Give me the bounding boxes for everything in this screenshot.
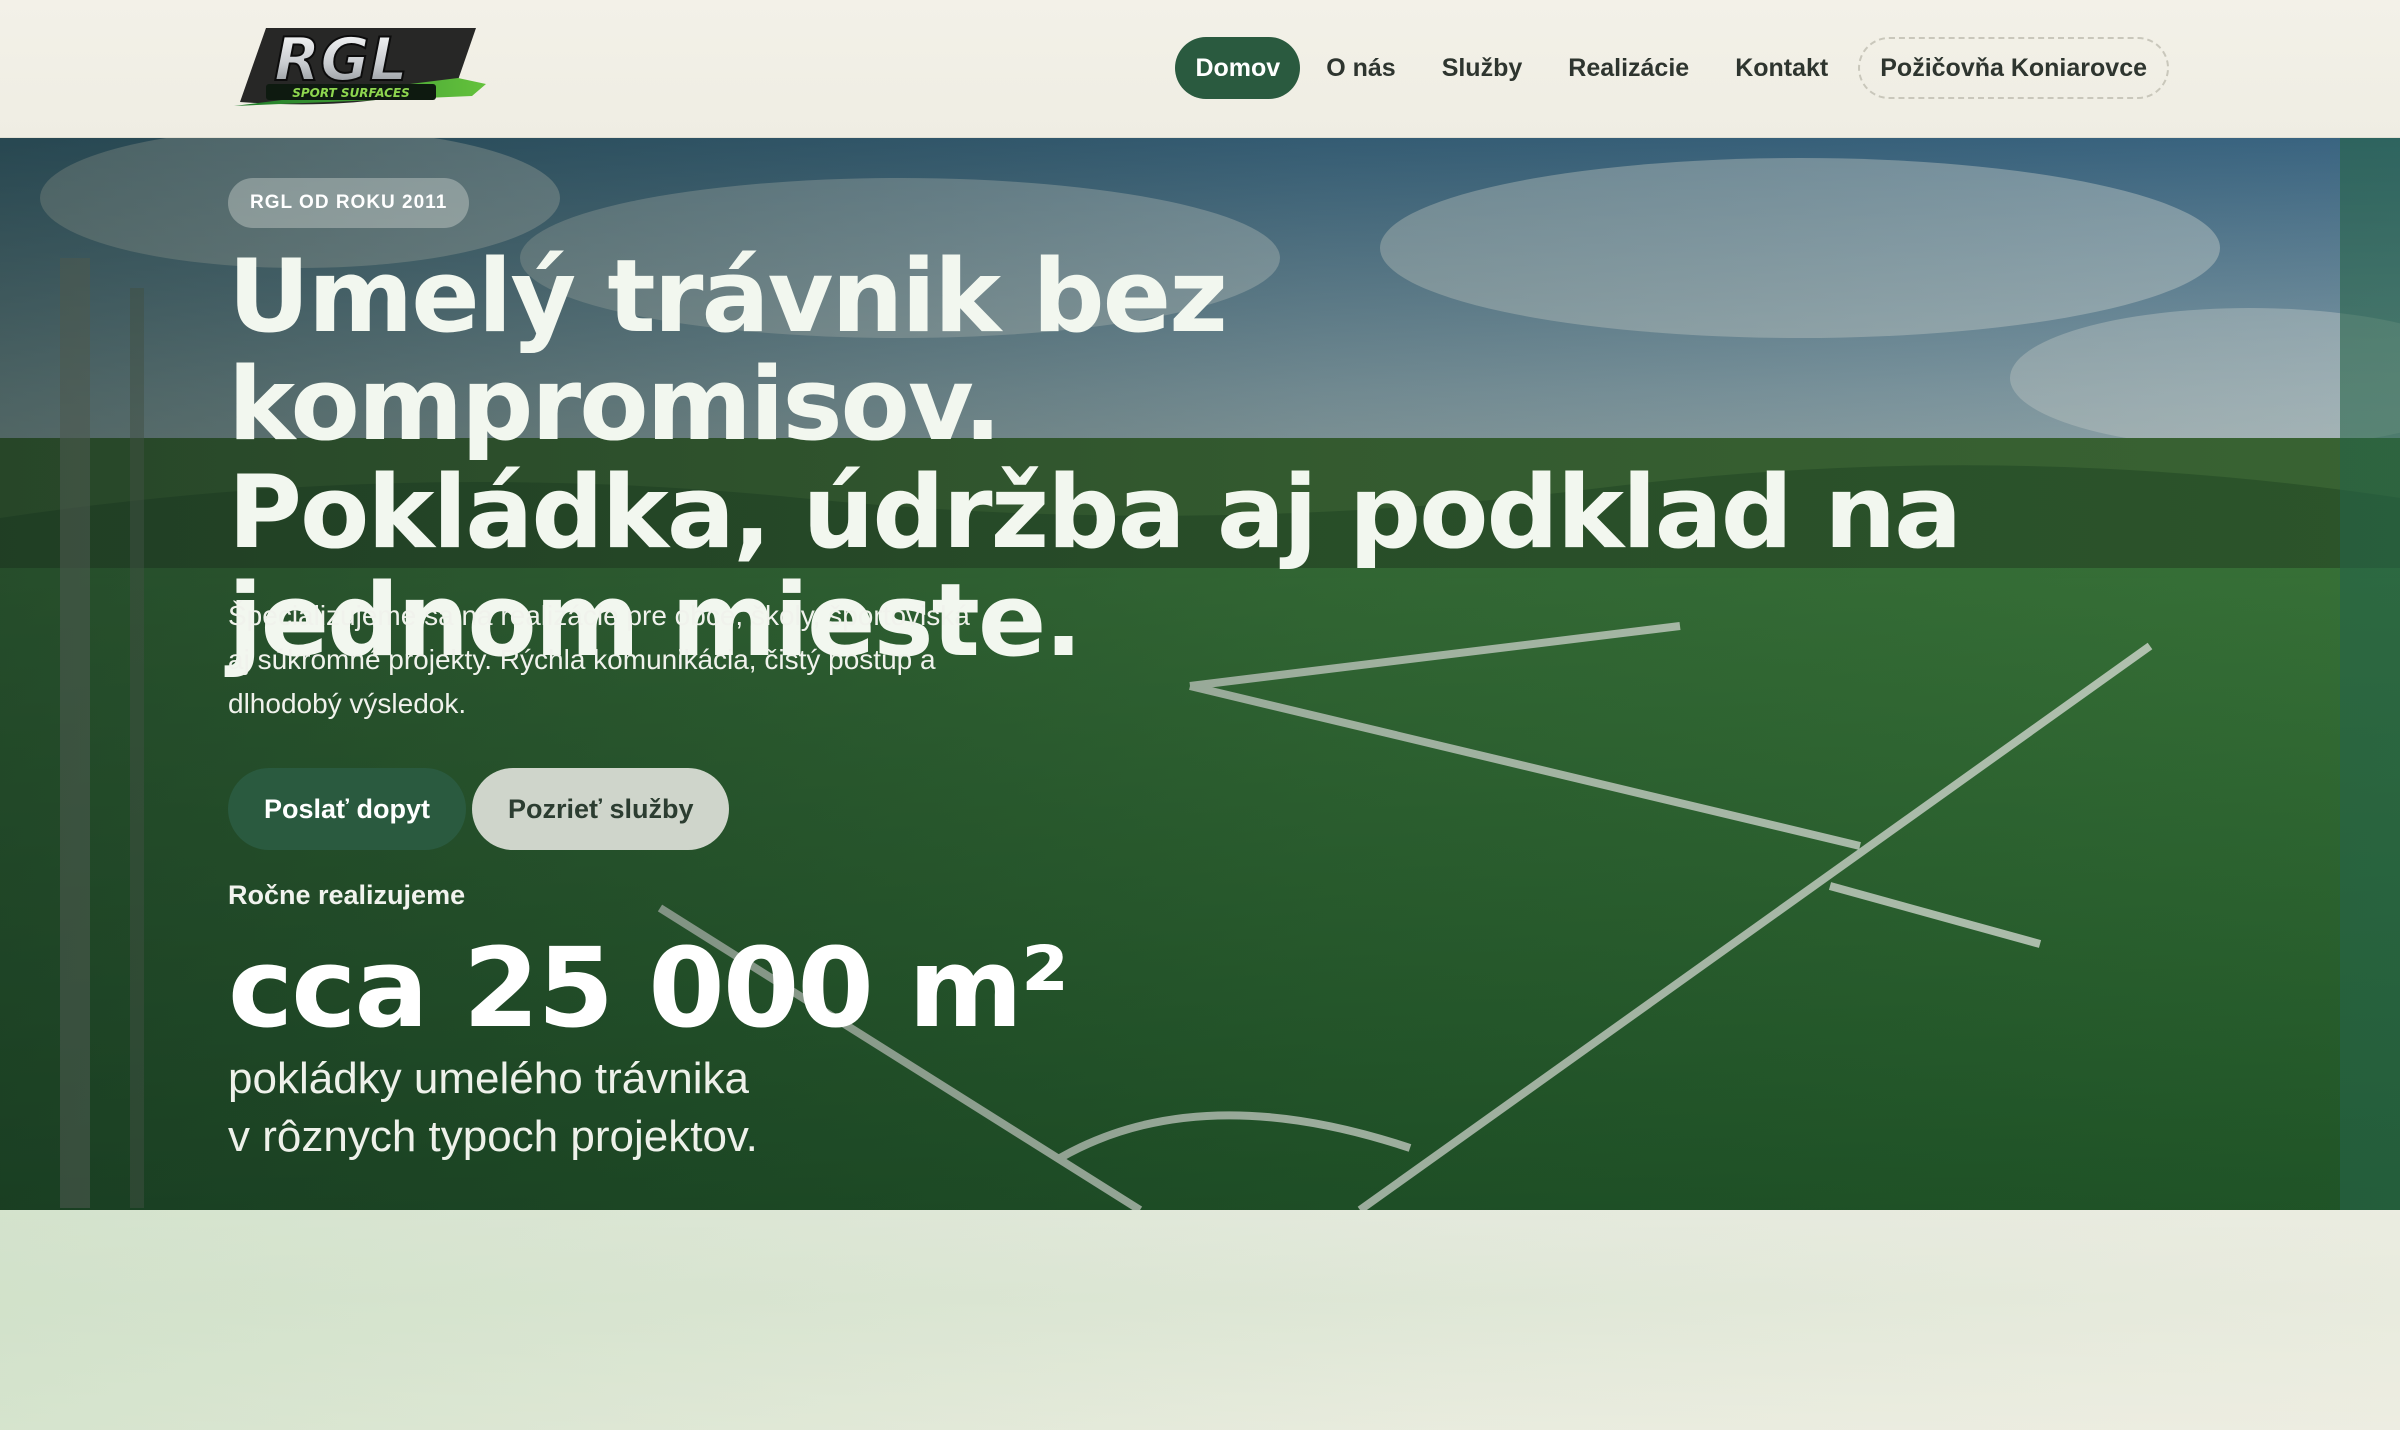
nav-item-pozicovna[interactable]: Požičovňa Koniarovce (1858, 37, 2169, 99)
stat-value: cca 25 000 m² (228, 924, 1069, 1052)
main-nav: Domov O nás Služby Realizácie Kontakt Po… (1175, 36, 2169, 100)
rgl-logo[interactable]: RGL SPORT SURFACES (226, 20, 490, 112)
since-badge: RGL OD ROKU 2011 (228, 178, 470, 228)
below-hero-section (0, 1210, 2400, 1430)
hero-section: RGL OD ROKU 2011 Umelý trávnik bez kompr… (0, 138, 2400, 1210)
stat-desc-line-1: pokládky umelého trávnika (228, 1054, 749, 1103)
stat-label: Ročne realizujeme (228, 880, 466, 910)
nav-item-o-nas[interactable]: O nás (1306, 37, 1415, 99)
headline-line-1: Umelý trávnik bez kompromisov. (228, 237, 1228, 463)
stat-description: pokládky umelého trávnika v rôznych typo… (228, 1050, 1028, 1166)
hero-content: RGL OD ROKU 2011 Umelý trávnik bez kompr… (228, 138, 2028, 1210)
site-header: RGL SPORT SURFACES Domov O nás Služby Re… (0, 0, 2400, 138)
stat-desc-line-2: v rôznych typoch projektov. (228, 1112, 758, 1161)
nav-item-domov[interactable]: Domov (1175, 37, 1301, 99)
headline-line-2: Pokládka, údržba aj podklad na (228, 453, 1962, 571)
svg-text:SPORT SURFACES: SPORT SURFACES (292, 86, 410, 100)
nav-item-kontakt[interactable]: Kontakt (1715, 37, 1848, 99)
hero-lead: Špecializujeme sa na realizácie pre obce… (228, 600, 970, 719)
send-inquiry-button[interactable]: Poslať dopyt (228, 768, 466, 850)
nav-item-realizacie[interactable]: Realizácie (1548, 37, 1709, 99)
nav-item-sluzby[interactable]: Služby (1422, 37, 1543, 99)
logo-graphic: RGL SPORT SURFACES (234, 24, 486, 106)
view-services-button[interactable]: Pozrieť služby (472, 768, 730, 850)
